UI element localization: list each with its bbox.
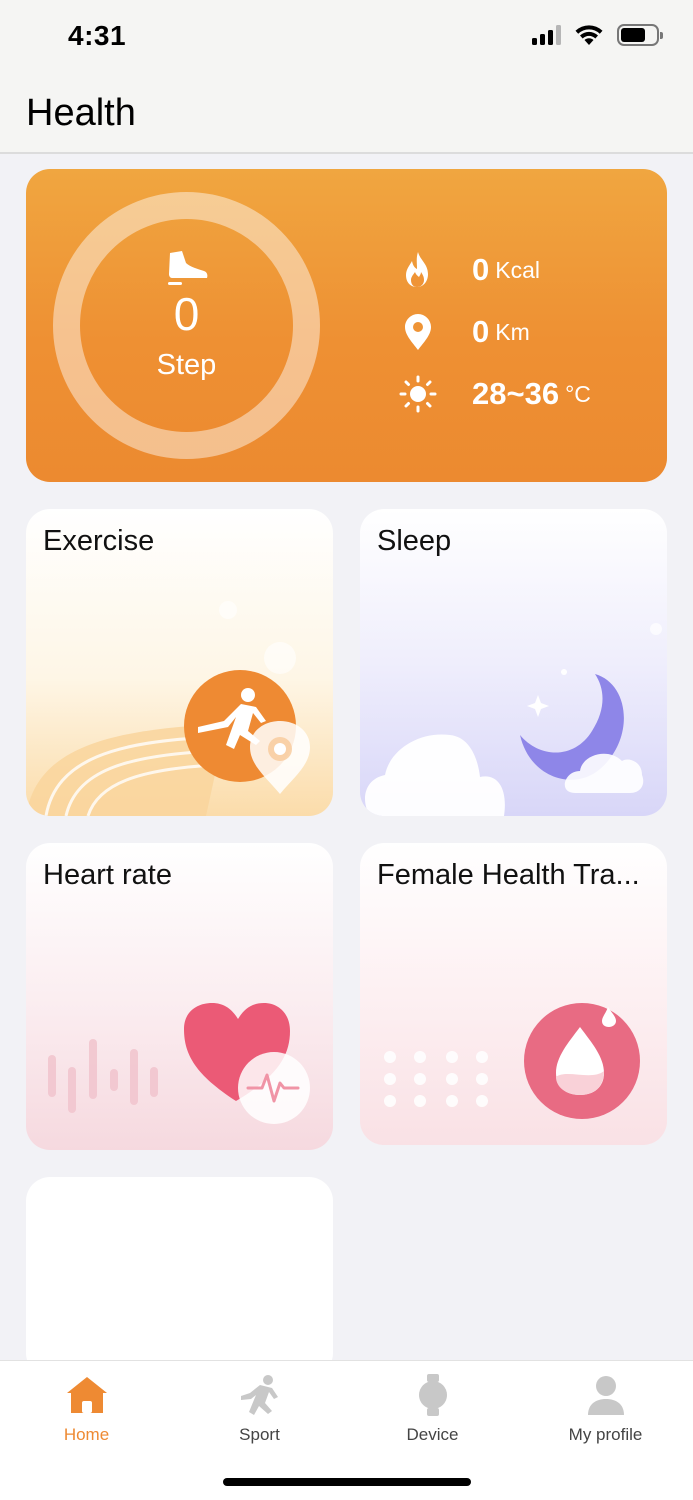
- temperature-value: 28~36: [472, 376, 560, 411]
- heart-rate-card[interactable]: Heart rate: [26, 843, 333, 1150]
- exercise-card[interactable]: Exercise: [26, 509, 333, 816]
- wifi-icon: [575, 25, 603, 45]
- temperature-row: 28~36 °C: [398, 363, 591, 425]
- runner-icon: [240, 1375, 278, 1415]
- tab-profile[interactable]: My profile: [519, 1373, 692, 1445]
- tab-sport[interactable]: Sport: [173, 1373, 346, 1445]
- daily-summary-card[interactable]: 0 Step 0 Kcal 0 Km 28~36 °C: [26, 169, 667, 482]
- tab-device[interactable]: Device: [346, 1373, 519, 1445]
- sleep-card[interactable]: Sleep: [360, 509, 667, 816]
- user-icon: [587, 1376, 624, 1415]
- location-pin-icon: [398, 312, 438, 352]
- tab-home-label: Home: [63, 1425, 110, 1444]
- home-icon: [66, 1377, 107, 1413]
- calories-unit: Kcal: [495, 256, 540, 283]
- summary-stats: 0 Kcal 0 Km 28~36 °C: [398, 239, 591, 425]
- distance-unit: Km: [495, 318, 530, 345]
- page-header: Health: [0, 78, 693, 154]
- watch-icon: [418, 1374, 447, 1416]
- tab-home[interactable]: Home: [0, 1373, 173, 1445]
- status-time: 4:31: [68, 20, 127, 51]
- sleep-title: Sleep: [377, 525, 452, 557]
- tab-sport-label: Sport: [239, 1425, 280, 1444]
- status-bar: 4:31: [0, 0, 693, 78]
- shoe-icon: [167, 251, 207, 285]
- female-health-card[interactable]: Female Health Tra...: [360, 843, 667, 1145]
- calories-row: 0 Kcal: [398, 239, 591, 301]
- tab-profile-label: My profile: [568, 1425, 643, 1444]
- blank-card[interactable]: [26, 1177, 333, 1377]
- distance-row: 0 Km: [398, 301, 591, 363]
- calories-value: 0: [472, 252, 490, 287]
- female-health-title: Female Health Tra...: [377, 859, 640, 891]
- steps-value: 0: [173, 288, 200, 340]
- steps-label: Step: [156, 349, 217, 381]
- sun-icon: [398, 374, 438, 414]
- exercise-title: Exercise: [43, 525, 155, 557]
- home-indicator: [223, 1478, 471, 1486]
- signal-icon: [532, 25, 561, 45]
- temperature-unit: °C: [565, 380, 591, 407]
- heart-rate-title: Heart rate: [43, 859, 172, 891]
- step-progress-ring: 0 Step: [53, 192, 320, 459]
- battery-icon: [617, 24, 663, 46]
- distance-value: 0: [472, 314, 490, 349]
- tab-device-label: Device: [406, 1425, 459, 1444]
- flame-icon: [398, 250, 438, 290]
- page-title: Health: [26, 92, 136, 134]
- status-icons: [532, 24, 663, 46]
